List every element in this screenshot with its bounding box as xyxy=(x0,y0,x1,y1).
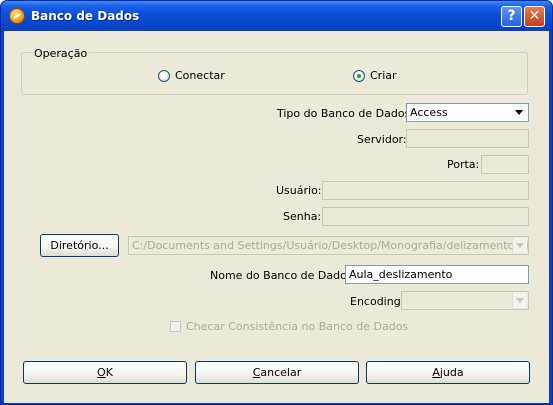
chevron-down-icon[interactable] xyxy=(512,238,527,253)
close-icon[interactable]: ✕ xyxy=(524,6,545,27)
db-type-label: Tipo do Banco de Dados: xyxy=(277,107,414,120)
db-type-value: Access xyxy=(410,106,448,119)
db-name-input[interactable]: Aula_deslizamento xyxy=(345,265,529,284)
chevron-down-icon[interactable] xyxy=(512,105,527,120)
help-label-rest: juda xyxy=(439,366,464,379)
database-app-icon xyxy=(9,8,25,24)
cancel-button[interactable]: Cancelar xyxy=(195,361,359,384)
operation-legend: Operação xyxy=(32,47,90,60)
password-label: Senha: xyxy=(283,210,322,223)
password-input[interactable] xyxy=(322,207,529,226)
chevron-down-icon[interactable] xyxy=(512,293,527,308)
window-title: Banco de Dados xyxy=(31,9,140,23)
ok-label-rest: K xyxy=(105,366,113,379)
directory-button[interactable]: Diretório... xyxy=(40,234,119,257)
consistency-label[interactable]: Checar Consistência no Banco de Dados xyxy=(186,320,408,333)
directory-value: C:/Documents and Settings/Usuário/Deskto… xyxy=(132,239,529,252)
radio-criar-label[interactable]: Criar xyxy=(370,69,397,82)
server-input[interactable] xyxy=(406,129,529,148)
server-label: Servidor: xyxy=(357,133,407,146)
encoding-select[interactable] xyxy=(401,291,529,310)
title-bar[interactable]: Banco de Dados ? ✕ xyxy=(1,1,552,31)
radio-conectar[interactable] xyxy=(158,70,170,82)
ok-mnemonic: O xyxy=(97,366,106,379)
port-label: Porta: xyxy=(447,158,480,171)
radio-criar[interactable] xyxy=(353,70,365,82)
consistency-checkbox[interactable] xyxy=(170,321,181,332)
operation-group xyxy=(21,52,528,95)
help-title-button[interactable]: ? xyxy=(501,6,522,27)
radio-conectar-label[interactable]: Conectar xyxy=(175,69,225,82)
port-input[interactable] xyxy=(481,155,529,174)
db-name-label: Nome do Banco de Dados: xyxy=(210,269,357,282)
directory-select[interactable]: C:/Documents and Settings/Usuário/Deskto… xyxy=(128,236,529,255)
db-type-select[interactable]: Access xyxy=(406,103,529,122)
cancel-label-rest: ancelar xyxy=(260,366,302,379)
user-input[interactable] xyxy=(322,181,529,200)
ok-button[interactable]: OK xyxy=(23,361,187,384)
user-label: Usuário: xyxy=(276,184,322,197)
help-button[interactable]: Ajuda xyxy=(366,361,530,384)
encoding-label: Encoding xyxy=(350,295,401,308)
help-mnemonic: A xyxy=(432,366,440,379)
